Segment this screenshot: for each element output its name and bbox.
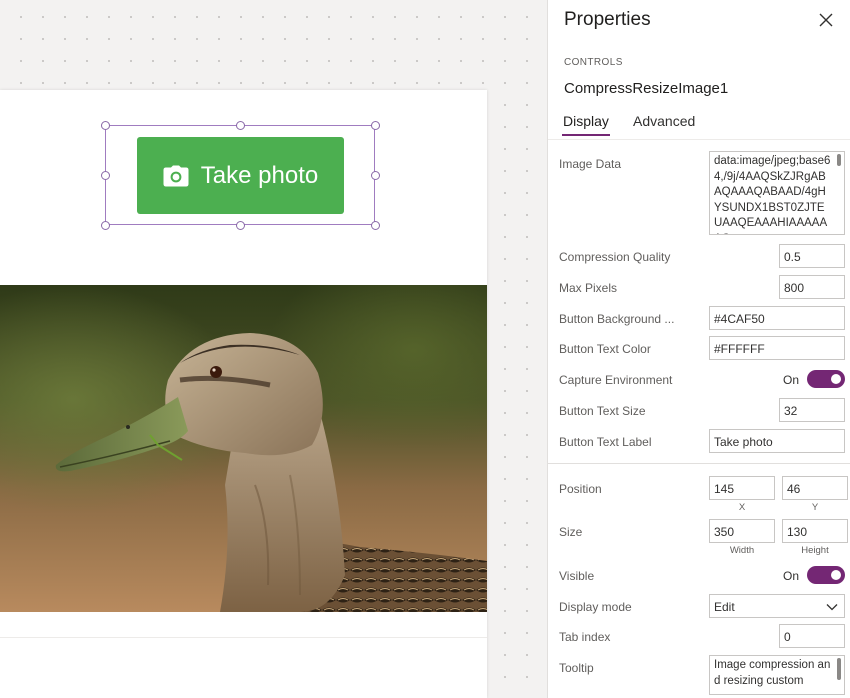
- take-photo-label: Take photo: [200, 161, 319, 189]
- close-icon: [816, 13, 836, 34]
- close-button[interactable]: [816, 10, 836, 30]
- resize-handle-bottom-left[interactable]: [101, 221, 110, 230]
- control-name: CompressResizeImage1: [564, 80, 729, 97]
- image-data-value: data:image/jpeg;base64,/9j/4AAQSkZJRgABA…: [714, 155, 831, 234]
- section-divider: [548, 463, 850, 464]
- resize-handle-left[interactable]: [101, 171, 110, 180]
- position-y-caption: Y: [811, 502, 819, 513]
- tab-index-input[interactable]: 0: [779, 624, 845, 648]
- resize-handle-top-right[interactable]: [371, 121, 380, 130]
- screen-divider: [0, 637, 487, 638]
- resize-handle-right[interactable]: [371, 171, 380, 180]
- tooltip-label: Tooltip: [559, 661, 594, 675]
- visible-state: On: [783, 569, 800, 583]
- capture-environment-label: Capture Environment: [559, 373, 673, 387]
- section-label: CONTROLS: [564, 57, 623, 68]
- compression-quality-label: Compression Quality: [559, 250, 671, 264]
- duck-photo: [0, 285, 487, 612]
- toggle-knob: [831, 374, 841, 384]
- design-canvas[interactable]: Take photo: [0, 0, 547, 698]
- position-y-input[interactable]: 46: [782, 476, 848, 500]
- image-data-label: Image Data: [559, 157, 622, 171]
- max-pixels-label: Max Pixels: [559, 281, 618, 295]
- button-text-size-input[interactable]: 32: [779, 398, 845, 422]
- display-mode-value: Edit: [714, 600, 735, 614]
- resize-handle-bottom[interactable]: [236, 221, 245, 230]
- visible-label: Visible: [559, 569, 595, 583]
- button-text-color-label: Button Text Color: [559, 342, 651, 356]
- tab-advanced[interactable]: Advanced: [633, 113, 695, 129]
- max-pixels-input[interactable]: 800: [779, 275, 845, 299]
- take-photo-button[interactable]: Take photo: [137, 137, 344, 214]
- camera-icon: [163, 165, 189, 187]
- size-width-input[interactable]: 350: [709, 519, 775, 543]
- tooltip-value: Image compression and resizing custom: [714, 659, 831, 687]
- size-width-caption: Width: [729, 545, 755, 556]
- tabs-divider: [548, 139, 850, 140]
- capture-environment-toggle[interactable]: [807, 370, 845, 388]
- button-background-label: Button Background ...: [559, 312, 675, 326]
- properties-panel: Properties CONTROLS CompressResizeImage1…: [547, 0, 850, 698]
- button-text-size-label: Button Text Size: [559, 404, 646, 418]
- image-data-field[interactable]: data:image/jpeg;base64,/9j/4AAQSkZJRgABA…: [709, 151, 845, 235]
- position-label: Position: [559, 482, 602, 496]
- resize-handle-top[interactable]: [236, 121, 245, 130]
- button-text-label-input[interactable]: Take photo: [709, 429, 845, 453]
- size-height-caption: Height: [801, 545, 829, 556]
- compression-quality-input[interactable]: 0.5: [779, 244, 845, 268]
- position-x-input[interactable]: 145: [709, 476, 775, 500]
- size-label: Size: [559, 525, 583, 539]
- position-x-caption: X: [738, 502, 746, 513]
- tooltip-field[interactable]: Image compression and resizing custom: [709, 655, 845, 695]
- toggle-knob: [831, 570, 841, 580]
- display-mode-select[interactable]: Edit: [709, 594, 845, 618]
- resize-handle-top-left[interactable]: [101, 121, 110, 130]
- button-text-label-label: Button Text Label: [559, 435, 652, 449]
- chevron-down-icon: [826, 601, 838, 615]
- button-background-input[interactable]: #4CAF50: [709, 306, 845, 330]
- display-mode-label: Display mode: [559, 600, 632, 614]
- visible-toggle[interactable]: [807, 566, 845, 584]
- capture-environment-state: On: [783, 373, 800, 387]
- resize-handle-bottom-right[interactable]: [371, 221, 380, 230]
- size-height-input[interactable]: 130: [782, 519, 848, 543]
- button-text-color-input[interactable]: #FFFFFF: [709, 336, 845, 360]
- tab-index-label: Tab index: [559, 630, 611, 644]
- tab-display[interactable]: Display: [562, 113, 610, 136]
- app-screen[interactable]: Take photo: [0, 90, 487, 698]
- image-data-scrollbar[interactable]: [837, 154, 841, 166]
- tooltip-scrollbar[interactable]: [837, 658, 841, 680]
- panel-title: Properties: [564, 9, 651, 30]
